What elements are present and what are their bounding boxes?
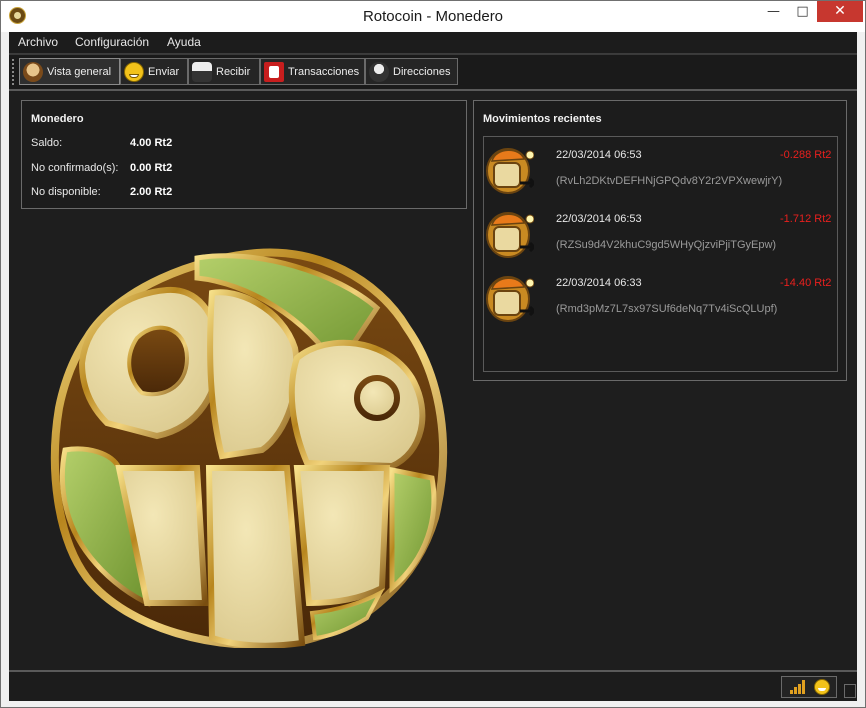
window-title: Rotocoin - Monedero	[362, 8, 504, 25]
wallet-panel: Monedero Saldo: 4.00 Rt2 No confirmado(s…	[21, 100, 467, 209]
transaction-amount: -1.712 Rt2	[780, 213, 832, 225]
unconfirmed-value: 0.00 Rt2	[130, 162, 173, 174]
overview-label: Vista general	[47, 65, 112, 78]
send-label: Enviar	[148, 65, 180, 78]
menu-ayuda[interactable]: Ayuda	[167, 35, 201, 49]
transaction-amount: -14.40 Rt2	[780, 277, 832, 289]
menu-bar: Archivo Configuración Ayuda	[9, 32, 857, 54]
status-bar	[9, 670, 857, 701]
send-button[interactable]: Enviar	[120, 58, 188, 85]
addresses-label: Direcciones	[393, 65, 451, 78]
receive-label: Recibir	[216, 65, 251, 78]
transaction-date: 22/03/2014 06:53	[556, 149, 642, 161]
miner-avatar-icon	[486, 148, 534, 194]
transaction-row[interactable]: 22/03/2014 06:53 -1.712 Rt2 (RZSu9d4V2kh…	[484, 201, 837, 265]
transaction-row[interactable]: 22/03/2014 06:53 -0.288 Rt2 (RvLh2DKtvDE…	[484, 137, 837, 201]
immature-value: 2.00 Rt2	[130, 186, 173, 198]
toolbar-grip[interactable]	[12, 59, 17, 85]
balance-value: 4.00 Rt2	[130, 137, 173, 149]
miner-avatar-icon	[486, 212, 534, 258]
menu-configuracion[interactable]: Configuración	[75, 35, 149, 49]
tx-icon	[264, 61, 284, 82]
balance-label: Saldo:	[31, 137, 63, 149]
transaction-address: (RvLh2DKtvDEFHNjGPQdv8Y2r2VPXwewjrY)	[556, 175, 783, 187]
status-icons	[781, 676, 837, 698]
minimize-button[interactable]: —	[759, 1, 788, 22]
transaction-date: 22/03/2014 06:33	[556, 277, 642, 289]
title-bar[interactable]: Rotocoin - Monedero — □ ✕	[1, 1, 865, 32]
menu-archivo[interactable]: Archivo	[18, 35, 58, 49]
transaction-row[interactable]: 22/03/2014 06:33 -14.40 Rt2 (Rmd3pMz7L7s…	[484, 265, 837, 329]
receive-button[interactable]: Recibir	[188, 58, 260, 85]
rotocoin-logo-icon	[50, 248, 448, 648]
wallet-title: Monedero	[31, 113, 84, 125]
app-window: Rotocoin - Monedero — □ ✕ Archivo Config…	[0, 0, 866, 708]
miner-avatar-icon	[486, 276, 534, 322]
recent-transactions-list[interactable]: 22/03/2014 06:53 -0.288 Rt2 (RvLh2DKtvDE…	[483, 136, 838, 372]
address-icon	[369, 61, 389, 82]
transactions-button[interactable]: Transacciones	[260, 58, 365, 85]
close-button[interactable]: ✕	[817, 1, 863, 22]
client-area: Archivo Configuración Ayuda Vista genera…	[9, 32, 857, 701]
smiley-icon	[124, 61, 144, 82]
recent-title: Movimientos recientes	[483, 113, 602, 125]
transaction-date: 22/03/2014 06:53	[556, 213, 642, 225]
sync-status-icon[interactable]	[814, 679, 830, 695]
overview-button[interactable]: Vista general	[19, 58, 120, 85]
recent-panel: Movimientos recientes 22/03/2014 06:53 -…	[473, 100, 847, 381]
toolbar: Vista general Enviar Recibir Transaccion…	[9, 54, 857, 91]
resize-grip[interactable]	[844, 684, 856, 698]
transactions-label: Transacciones	[288, 65, 360, 78]
addresses-button[interactable]: Direcciones	[365, 58, 458, 85]
unconfirmed-label: No confirmado(s):	[31, 162, 119, 174]
transaction-amount: -0.288 Rt2	[780, 149, 832, 161]
receive-icon	[192, 61, 212, 82]
maximize-button[interactable]: □	[788, 1, 817, 22]
immature-label: No disponible:	[31, 186, 101, 198]
transaction-address: (RZSu9d4V2khuC9gd5WHyQjzviPjiTGyEpw)	[556, 239, 777, 251]
transaction-address: (Rmd3pMz7L7sx97SUf6deNq7Tv4iScQLUpf)	[556, 303, 778, 315]
miner-icon	[23, 61, 43, 82]
connection-signal-icon[interactable]	[790, 680, 806, 694]
